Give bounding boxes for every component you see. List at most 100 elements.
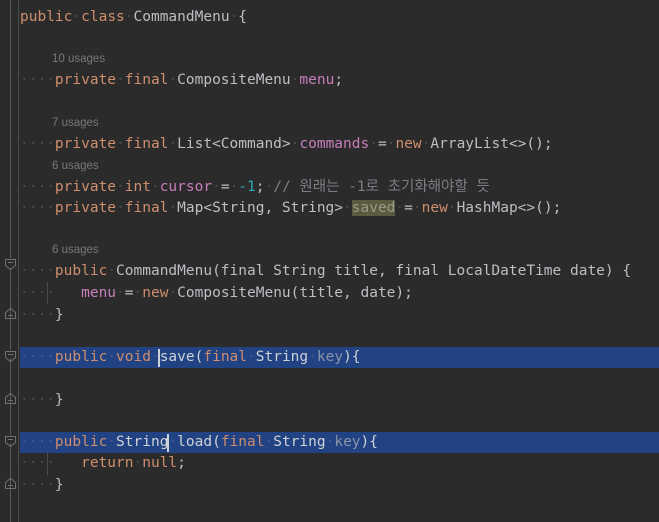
param-name-key: key xyxy=(334,434,361,450)
constructor-name: CommandMenu xyxy=(116,263,213,279)
line-comment: // 원래는 -1로 초기화해야할 듯 xyxy=(273,179,490,195)
fold-expand-end-icon-load[interactable] xyxy=(4,477,17,490)
whitespace-dots: ···· xyxy=(20,349,55,365)
constructor-call: CompositeMenu(title, date); xyxy=(177,285,413,301)
keyword-return: return xyxy=(81,455,134,471)
whitespace-dots: ···· xyxy=(20,200,55,216)
initializer-hashmap: HashMap<>(); xyxy=(456,200,562,216)
code-line-method-load-close[interactable]: ····} xyxy=(19,475,659,496)
keyword-public: public xyxy=(54,434,108,450)
fold-collapse-icon-constructor[interactable] xyxy=(4,258,17,271)
code-line-method-save-signature[interactable]: ····public·void·save (final·String·key){ xyxy=(19,347,659,368)
field-name-saved-highlighted: saved xyxy=(351,200,396,216)
whitespace-dots: ···· xyxy=(20,455,82,471)
inlay-hint-commands-usages[interactable]: 7 usages xyxy=(19,114,659,133)
initializer-arraylist: ArrayList<>(); xyxy=(430,136,553,152)
text-caret-save xyxy=(158,349,160,367)
fold-collapse-icon-load[interactable] xyxy=(4,435,17,448)
fold-region-line-class xyxy=(10,0,11,258)
type-map-string-string: Map<String, String> xyxy=(177,200,344,216)
code-line-method-load-body[interactable]: ···· return·null; xyxy=(19,453,659,474)
keyword-private: private xyxy=(54,179,117,195)
class-name: CommandMenu xyxy=(133,9,230,25)
keyword-public: public xyxy=(54,263,108,279)
fold-region-line-gap1 xyxy=(10,320,11,350)
keyword-final: final xyxy=(220,434,265,450)
type-list-command: List<Command> xyxy=(177,136,291,152)
close-brace: } xyxy=(54,307,64,323)
keyword-final: final xyxy=(124,200,169,216)
semicolon: ; xyxy=(334,72,344,88)
whitespace-dots: ···· xyxy=(20,263,55,279)
editor-gutter[interactable] xyxy=(0,0,19,522)
param-name-key: key xyxy=(316,349,344,365)
fold-collapse-icon-save[interactable] xyxy=(4,350,17,363)
code-line-field-saved[interactable]: ····private·final·Map<String, String>·sa… xyxy=(19,198,659,219)
code-line-field-cursor[interactable]: ····private·int·cursor·=·-1;·// 원래는 -1로 … xyxy=(19,177,659,198)
close-brace: } xyxy=(54,477,64,493)
semicolon: ; xyxy=(177,455,186,471)
inlay-hint-constructor-usages[interactable]: 6 usages xyxy=(19,241,659,260)
keyword-void: void xyxy=(116,349,151,365)
param-type-string: String xyxy=(255,349,309,365)
fold-expand-end-icon-save[interactable] xyxy=(4,392,17,405)
whitespace-dots: ···· xyxy=(20,179,55,195)
close-brace: } xyxy=(54,392,64,408)
code-line-constructor-body[interactable]: ···· menu·=·new·CompositeMenu(title, dat… xyxy=(19,283,659,304)
keyword-class: class xyxy=(81,9,125,25)
keyword-public: public xyxy=(20,9,73,25)
text-caret-load xyxy=(167,434,169,452)
fold-region-line-gap2 xyxy=(10,405,11,435)
code-line-method-save-close[interactable]: ····} xyxy=(19,390,659,411)
whitespace-dots: ···· xyxy=(20,72,55,88)
whitespace-dots: ···· xyxy=(20,136,55,152)
whitespace-dots: ···· xyxy=(20,285,82,301)
inlay-hint-cursor-usages[interactable]: 6 usages xyxy=(19,157,659,176)
keyword-new: new xyxy=(395,136,422,152)
keyword-public: public xyxy=(54,349,108,365)
return-type-string: String xyxy=(116,434,169,450)
keyword-int: int xyxy=(124,179,151,195)
param-type-string: String xyxy=(273,434,326,450)
field-ref-menu: menu xyxy=(81,285,117,301)
code-line-method-load-signature[interactable]: ····public·String·load (final·String·key)… xyxy=(19,432,659,453)
assign-operator: = xyxy=(220,179,230,195)
code-editor[interactable]: } public·class·CommandMenu·{ 10 usages ·… xyxy=(0,0,659,522)
keyword-private: private xyxy=(54,136,117,152)
keyword-final: final xyxy=(124,136,169,152)
method-name-load: load xyxy=(177,434,213,450)
keyword-final: final xyxy=(124,72,169,88)
paren-open: ( xyxy=(212,434,221,450)
code-line-constructor-signature[interactable]: ····public·CommandMenu(final String titl… xyxy=(19,261,659,282)
type-composite-menu: CompositeMenu xyxy=(177,72,291,88)
whitespace-dots: ···· xyxy=(20,434,55,450)
semicolon: ; xyxy=(255,179,265,195)
literal-null: null xyxy=(142,455,178,471)
assign-operator: = xyxy=(377,136,387,152)
number-literal: -1 xyxy=(238,179,256,195)
assign-operator: = xyxy=(404,200,413,216)
code-content[interactable]: } public·class·CommandMenu·{ 10 usages ·… xyxy=(19,0,659,522)
code-line-constructor-close[interactable]: ····} xyxy=(19,305,659,326)
field-name-cursor: cursor xyxy=(159,179,213,195)
field-name-menu: menu xyxy=(299,72,335,88)
inlay-hint-menu-usages[interactable]: 10 usages xyxy=(19,50,659,69)
fold-region-line-tail xyxy=(10,490,11,522)
fold-expand-end-icon-constructor[interactable] xyxy=(4,307,17,320)
code-line-field-menu[interactable]: ····private·final·CompositeMenu·menu; xyxy=(19,70,659,91)
keyword-private: private xyxy=(54,72,117,88)
method-name-save: save xyxy=(159,349,195,365)
paren-close-brace: ){ xyxy=(343,349,361,365)
code-line-field-commands[interactable]: ····private·final·List<Command>·commands… xyxy=(19,134,659,155)
keyword-final: final xyxy=(203,349,248,365)
keyword-private: private xyxy=(54,200,117,216)
assign-operator: = xyxy=(124,285,134,301)
paren-close-brace: ){ xyxy=(360,434,379,450)
keyword-new: new xyxy=(142,285,169,301)
constructor-params: (final String title, final LocalDateTime… xyxy=(212,263,632,279)
code-line-partial-top: } xyxy=(19,0,659,5)
keyword-new: new xyxy=(421,200,448,216)
code-line-class-declaration[interactable]: public·class·CommandMenu·{ xyxy=(19,7,659,28)
field-name-commands: commands xyxy=(299,136,370,152)
open-brace: { xyxy=(238,9,248,25)
